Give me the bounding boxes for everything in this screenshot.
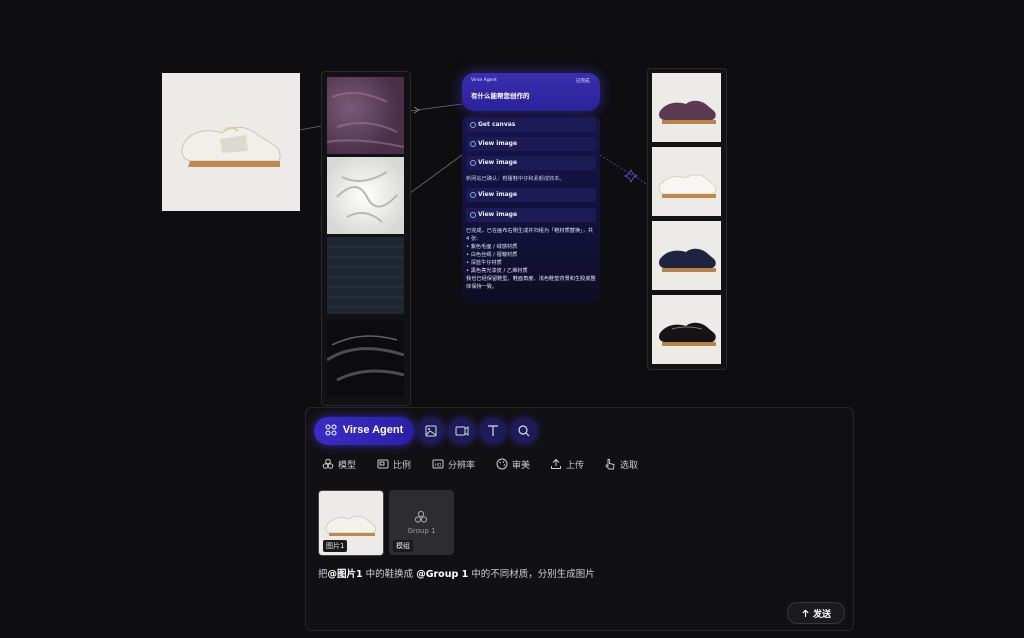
model-icon [322, 458, 334, 469]
agent-summary: 已完成，已在画布右侧生成并归组为「鞋材质替换」，共 4 张: • 紫色毛面 / … [466, 228, 596, 290]
step-view-image[interactable]: View image [466, 156, 596, 170]
pointer-icon [605, 459, 615, 470]
video-tool-button[interactable] [449, 418, 475, 444]
agent-question: 有什么能帮您创作的 [471, 92, 530, 100]
source-shoe-image[interactable] [162, 73, 300, 211]
agent-icon [325, 424, 337, 435]
agent-status: 已完成 [576, 79, 590, 84]
attachment-image-1[interactable]: 图片1 [318, 490, 384, 556]
material-white-satin[interactable] [327, 157, 404, 234]
send-button[interactable]: 发送 [787, 602, 845, 624]
upload-icon [551, 458, 561, 469]
palette-icon [496, 458, 508, 470]
attachment-2-tag: 模组 [393, 540, 413, 552]
material-black-patent[interactable] [327, 320, 404, 397]
arrow-up-icon [802, 609, 809, 617]
option-resolution[interactable]: HD 分辨率 [432, 456, 475, 472]
virse-agent-button[interactable]: Virse Agent [314, 417, 414, 445]
video-icon [455, 426, 469, 436]
image-tool-button[interactable] [418, 418, 444, 444]
agent-button-label: Virse Agent [342, 423, 404, 436]
step-view-image[interactable]: View image [466, 188, 596, 202]
svg-text:HD: HD [435, 462, 442, 468]
option-ratio[interactable]: 比例 [377, 456, 411, 472]
prompt-text[interactable]: 把@图片1 中的鞋换成 @Group 1 中的不同材质，分别生成图片 [318, 566, 595, 580]
search-icon [518, 425, 530, 437]
hd-icon: HD [432, 459, 444, 469]
option-select[interactable]: 选取 [604, 456, 638, 472]
material-navy-wool[interactable] [327, 237, 404, 314]
agent-app-name: Virse Agent [471, 78, 497, 83]
results-group[interactable] [647, 68, 727, 370]
result-white-sneaker[interactable] [652, 147, 721, 216]
send-label: 发送 [812, 609, 831, 620]
image-icon [425, 425, 437, 437]
step-get-canvas[interactable]: Get canvas [466, 118, 596, 132]
agent-log: Get canvas View image View image 新网站已确认：… [462, 115, 600, 303]
option-aesthetic[interactable]: 审美 [496, 456, 530, 472]
text-icon [488, 425, 498, 436]
materials-group[interactable] [321, 71, 411, 406]
step-view-image[interactable]: View image [466, 137, 596, 151]
text-tool-button[interactable] [480, 418, 506, 444]
attachment-1-tag: 图片1 [323, 540, 348, 552]
agent-note: 新网站已确认：鞋履鞋中仔和素颜成效本。 [466, 176, 565, 182]
step-view-image[interactable]: View image [466, 208, 596, 222]
material-purple-suede[interactable] [327, 77, 404, 154]
mention-image-1: @图片1 [327, 569, 363, 580]
result-navy-sneaker[interactable] [652, 221, 721, 290]
agent-header: Virse Agent 已完成 有什么能帮您创作的 [462, 73, 600, 111]
agent-chat-panel: Virse Agent 已完成 有什么能帮您创作的 Get canvas Vie… [462, 73, 600, 303]
result-black-sneaker[interactable] [652, 295, 721, 364]
attachment-2-name: Group 1 [407, 527, 436, 535]
group-icon [414, 510, 428, 523]
option-model[interactable]: 模型 [322, 456, 356, 472]
attachment-group-1[interactable]: Group 1 模组 [389, 490, 454, 555]
option-upload[interactable]: 上传 [550, 456, 584, 472]
ratio-icon [377, 459, 389, 469]
result-purple-sneaker[interactable] [652, 73, 721, 142]
search-tool-button[interactable] [511, 418, 537, 444]
mention-group-1: @Group 1 [416, 569, 469, 580]
composer-panel: Virse Agent 模型 比例 HD 分辨率 审美 上传 选取 图片1 Gr… [305, 407, 854, 631]
